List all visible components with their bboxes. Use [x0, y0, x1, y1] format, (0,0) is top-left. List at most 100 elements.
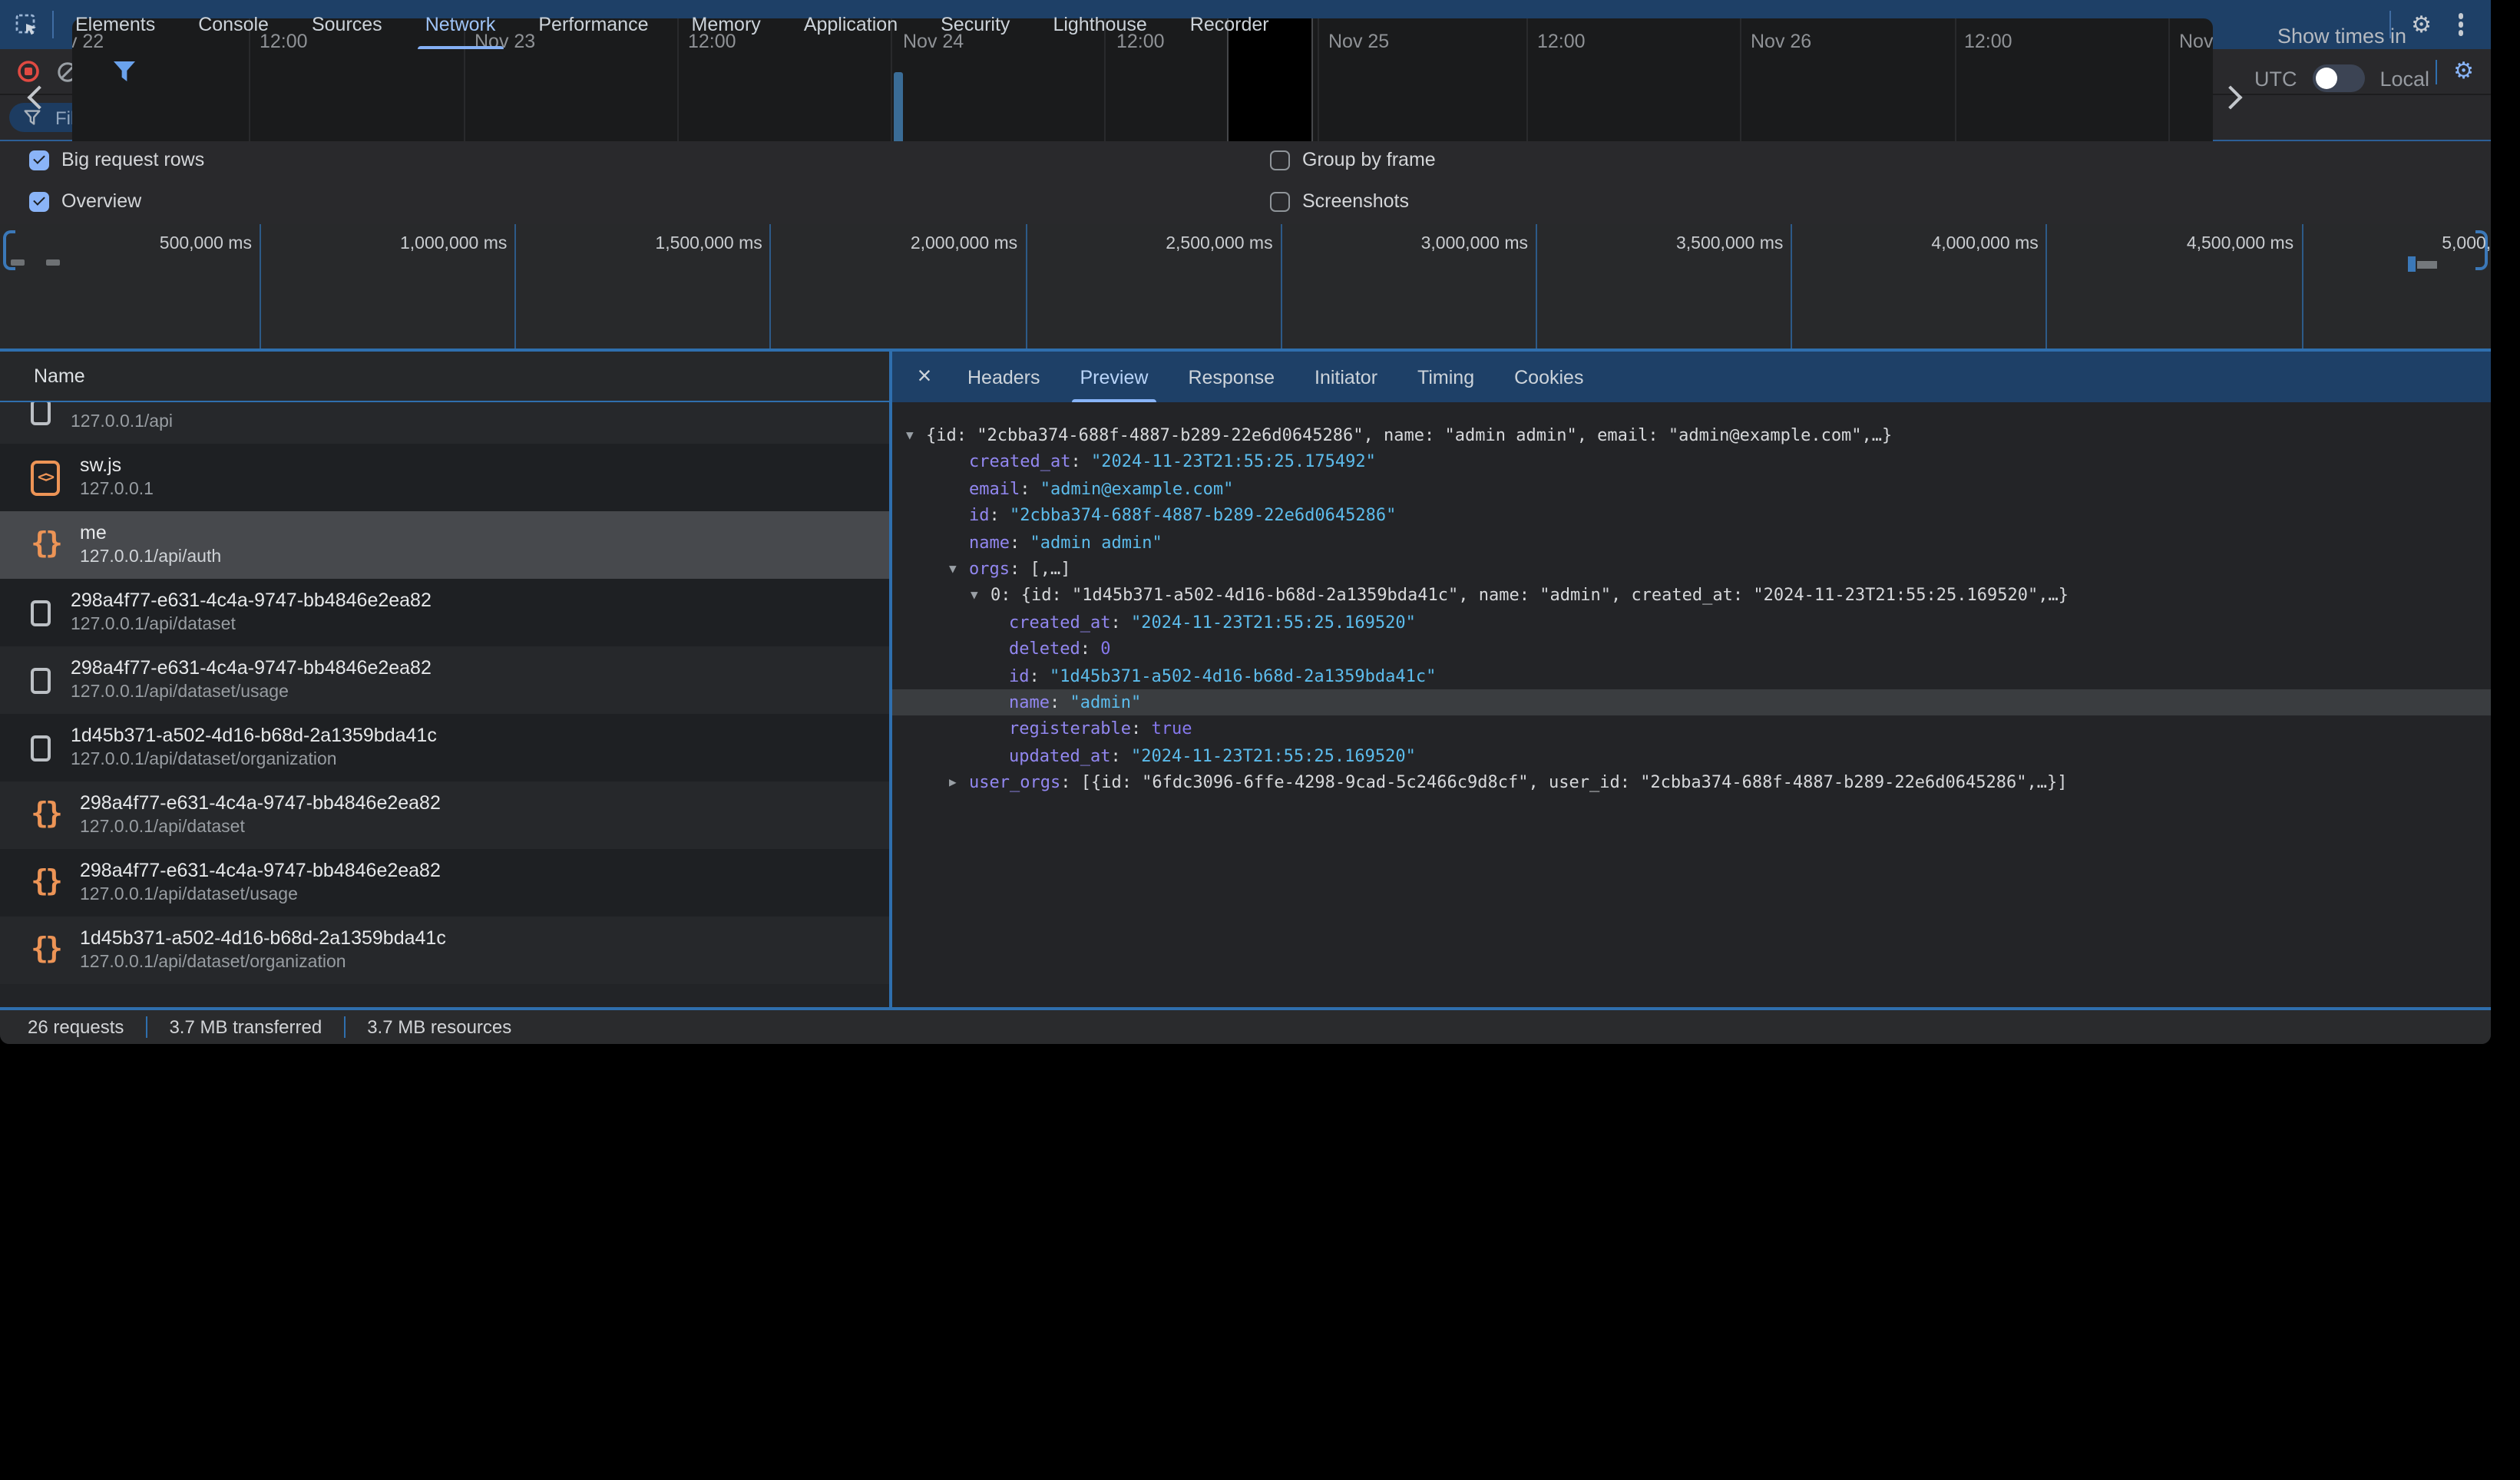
local-label[interactable]: Local	[2379, 67, 2429, 90]
overview-gridline	[1791, 224, 1792, 349]
utc-label[interactable]: UTC	[2254, 67, 2297, 90]
statusbar-separator	[343, 1016, 346, 1038]
json-preview-tree[interactable]: ▼{id: "2cbba374-688f-4887-b289-22e6d0645…	[892, 402, 2491, 1007]
doc-file-icon	[31, 600, 51, 626]
request-url: 127.0.0.1/api/dataset/organization	[71, 749, 437, 772]
json-line[interactable]: ▼{id: "2cbba374-688f-4887-b289-22e6d0645…	[892, 422, 2491, 449]
detail-tab-timing[interactable]: Timing	[1397, 352, 1494, 402]
json-p: :	[1110, 745, 1131, 765]
json-k: id	[1009, 666, 1030, 685]
network-settings-gear-icon[interactable]: ⚙	[2453, 60, 2474, 83]
checkbox[interactable]	[29, 150, 49, 170]
json-p: :	[1131, 719, 1152, 739]
overview-gridline	[2301, 224, 2303, 349]
tab-elements[interactable]: Elements	[54, 0, 177, 49]
request-url: 127.0.0.1/api/dataset/organization	[80, 952, 446, 975]
request-row[interactable]: 298a4f77-e631-4c4a-9747-bb4846e2ea82127.…	[0, 579, 889, 646]
json-s: "admin@example.com"	[1040, 479, 1234, 499]
detail-tab-response[interactable]: Response	[1168, 352, 1295, 402]
json-line[interactable]: created_at: "2024-11-23T21:55:25.175492"	[892, 449, 2491, 476]
app-root: Nov 2212:00Nov 2312:00Nov 2412:00Nov 251…	[0, 0, 2520, 1480]
request-row[interactable]: {}1d45b371-a502-4d16-b68d-2a1359bda41c12…	[0, 917, 889, 984]
utc-local-toggle[interactable]	[2312, 64, 2364, 92]
name-column-header[interactable]: Name	[34, 365, 85, 387]
json-line[interactable]: id: "1d45b371-a502-4d16-b68d-2a1359bda41…	[892, 662, 2491, 689]
overview-gridline	[514, 224, 516, 349]
overview-time-tick: 1,500,000 ms	[655, 235, 762, 253]
json-k: name	[969, 532, 1010, 552]
option-screenshots[interactable]: Screenshots	[1270, 190, 1409, 212]
json-s: "2024-11-23T21:55:25.169520"	[1131, 612, 1416, 632]
tab-recorder[interactable]: Recorder	[1169, 0, 1291, 49]
json-p: :	[1110, 612, 1131, 632]
requests-table-header[interactable]: Name	[0, 352, 889, 402]
request-url: 127.0.0.1/api/dataset	[71, 614, 432, 637]
overview-gridline	[2046, 224, 2048, 349]
request-row[interactable]: 298a4f77-e631-4c4a-9747-bb4846e2ea82127.…	[0, 646, 889, 714]
request-text: 298a4f77-e631-4c4a-9747-bb4846e2ea82127.…	[80, 858, 441, 907]
request-row[interactable]: {}me127.0.0.1/api/auth	[0, 511, 889, 579]
json-line[interactable]: deleted: 0	[892, 636, 2491, 662]
tab-console[interactable]: Console	[177, 0, 290, 49]
close-detail-icon[interactable]: ×	[901, 363, 947, 391]
request-detail-tab-bar: × HeadersPreviewResponseInitiatorTimingC…	[892, 352, 2491, 402]
request-text: 298a4f77-e631-4c4a-9747-bb4846e2ea82127.…	[71, 588, 432, 637]
detail-tab-initiator[interactable]: Initiator	[1295, 352, 1397, 402]
json-line[interactable]: ▶user_orgs: [{id: "6fdc3096-6ffe-4298-9c…	[892, 769, 2491, 796]
json-line[interactable]: name: "admin admin"	[892, 529, 2491, 556]
checkbox[interactable]	[1270, 150, 1290, 170]
json-n: 0	[1100, 639, 1110, 659]
devtools-more-menu-icon[interactable]	[2458, 22, 2463, 28]
request-name: 1d45b371-a502-4d16-b68d-2a1359bda41c	[71, 723, 437, 748]
request-text: 298a4f77-e631-4c4a-9747-bb4846e2ea82127.…	[80, 791, 441, 840]
json-line[interactable]: ▼0: {id: "1d45b371-a502-4d16-b68d-2a1359…	[892, 583, 2491, 610]
option-group-by-frame[interactable]: Group by frame	[1270, 149, 1436, 170]
request-name: 298a4f77-e631-4c4a-9747-bb4846e2ea82	[71, 588, 432, 613]
option-big-request-rows[interactable]: Big request rows	[29, 149, 204, 170]
tab-lighthouse[interactable]: Lighthouse	[1031, 0, 1168, 49]
overview-time-tick: 500,000 ms	[160, 235, 252, 253]
tab-performance[interactable]: Performance	[517, 0, 670, 49]
request-row[interactable]: {}298a4f77-e631-4c4a-9747-bb4846e2ea8212…	[0, 781, 889, 849]
record-network-log-button[interactable]	[17, 60, 40, 83]
tab-security[interactable]: Security	[919, 0, 1031, 49]
expanded-arrow-icon[interactable]: ▼	[906, 422, 914, 449]
overview-request-mark	[46, 259, 60, 266]
detail-tab-cookies[interactable]: Cookies	[1494, 352, 1603, 402]
json-line[interactable]: created_at: "2024-11-23T21:55:25.169520"	[892, 609, 2491, 636]
option-overview[interactable]: Overview	[29, 190, 141, 212]
json-line[interactable]: registerable: true	[892, 716, 2491, 743]
request-row[interactable]: 1d45b371-a502-4d16-b68d-2a1359bda41c127.…	[0, 714, 889, 781]
expanded-arrow-icon[interactable]: ▼	[971, 583, 978, 610]
detail-tab-headers[interactable]: Headers	[947, 352, 1060, 402]
json-line[interactable]: email: "admin@example.com"	[892, 476, 2491, 503]
json-line[interactable]: updated_at: "2024-11-23T21:55:25.169520"	[892, 742, 2491, 769]
expanded-arrow-icon[interactable]: ▼	[949, 556, 957, 583]
checkbox[interactable]	[29, 191, 49, 211]
collapsed-arrow-icon[interactable]: ▶	[949, 769, 957, 796]
tab-memory[interactable]: Memory	[670, 0, 782, 49]
json-line[interactable]: name: "admin"	[892, 689, 2491, 716]
overview-gridline	[1281, 224, 1282, 349]
overview-time-tick: 4,000,000 ms	[1931, 235, 2038, 253]
timeline-axis-label: 12:00	[1537, 31, 1586, 52]
json-k: created_at	[1009, 612, 1110, 632]
request-text: sw.js127.0.0.1	[80, 453, 154, 502]
json-line[interactable]: ▼orgs: [,…]	[892, 556, 2491, 583]
request-detail-tabs-list: HeadersPreviewResponseInitiatorTimingCoo…	[947, 352, 1603, 402]
tab-sources[interactable]: Sources	[290, 0, 404, 49]
checkbox[interactable]	[1270, 191, 1290, 211]
request-row[interactable]: <>sw.js127.0.0.1	[0, 444, 889, 511]
request-row[interactable]: 127.0.0.1/api	[0, 402, 889, 444]
tab-application[interactable]: Application	[782, 0, 919, 49]
detail-tab-preview[interactable]: Preview	[1060, 352, 1169, 402]
json-p: :	[1050, 692, 1070, 712]
inspect-element-icon[interactable]	[15, 13, 38, 36]
network-overview-strip[interactable]: 500,000 ms1,000,000 ms1,500,000 ms2,000,…	[0, 224, 2491, 352]
devtools-tabs-list: ElementsConsoleSourcesNetworkPerformance…	[54, 0, 1291, 49]
json-s: "2024-11-23T21:55:25.175492"	[1091, 452, 1376, 472]
tab-network[interactable]: Network	[404, 0, 518, 49]
request-row[interactable]: {}298a4f77-e631-4c4a-9747-bb4846e2ea8212…	[0, 849, 889, 917]
doc-file-icon	[31, 667, 51, 693]
json-line[interactable]: id: "2cbba374-688f-4887-b289-22e6d064528…	[892, 502, 2491, 529]
